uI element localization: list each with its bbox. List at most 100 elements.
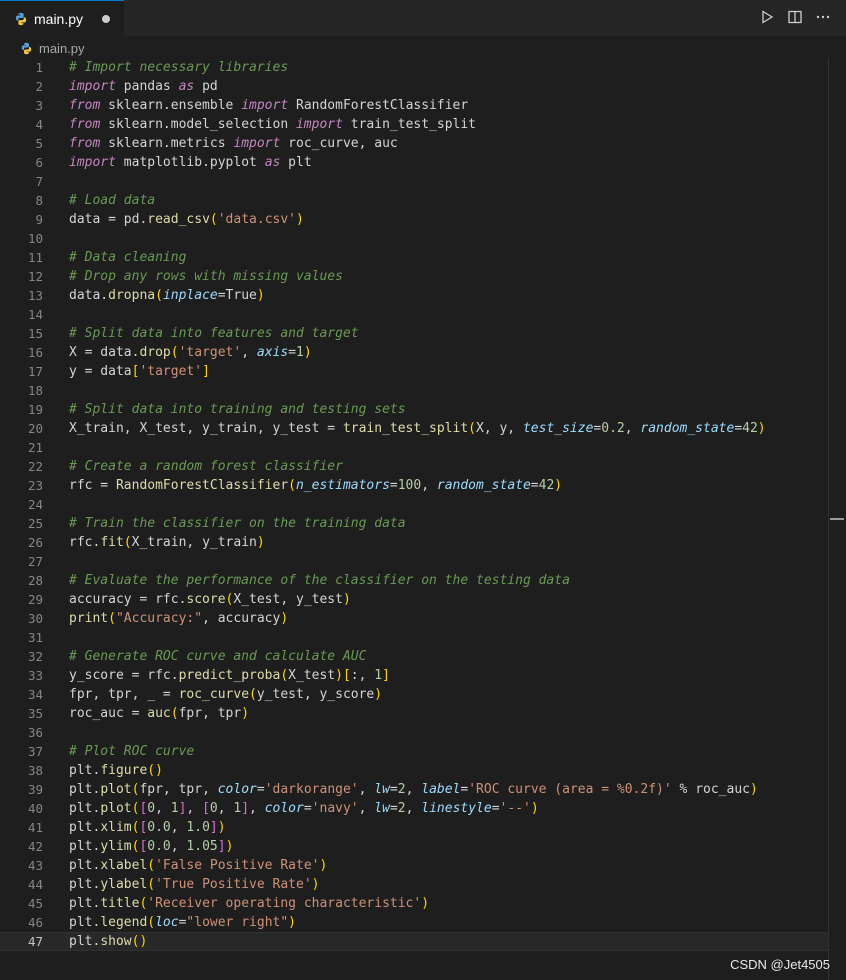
- code-token: =: [491, 801, 500, 816]
- code-line[interactable]: 20 X_train, X_test, y_train, y_test = tra…: [0, 419, 828, 438]
- line-code: X_train, X_test, y_train, y_test = train…: [69, 421, 766, 436]
- code-token: ): [530, 801, 539, 816]
- code-line[interactable]: 45 plt.title('Receiver operating characte…: [0, 894, 828, 913]
- code-line[interactable]: 8 # Load data: [0, 191, 828, 210]
- code-line[interactable]: 26 rfc.fit(X_train, y_train): [0, 533, 828, 552]
- code-line[interactable]: 34 fpr, tpr, _ = roc_curve(y_test, y_scor…: [0, 685, 828, 704]
- code-line[interactable]: 40 plt.plot([0, 1], [0, 1], color='navy',…: [0, 799, 828, 818]
- split-editor-button[interactable]: [786, 8, 804, 26]
- run-button[interactable]: [758, 8, 776, 26]
- code-line[interactable]: 19 # Split data into training and testing…: [0, 400, 828, 419]
- code-token: ,: [217, 801, 234, 816]
- line-code: accuracy = rfc.score(X_test, y_test): [69, 592, 351, 607]
- code-line[interactable]: 28 # Evaluate the performance of the clas…: [0, 571, 828, 590]
- code-token: ]: [202, 364, 210, 379]
- code-editor[interactable]: 1 # Import necessary libraries 2 import pan…: [0, 58, 828, 980]
- code-line[interactable]: 25 # Train the classifier on the training…: [0, 514, 828, 533]
- code-token: ): [256, 288, 265, 303]
- code-line[interactable]: 5 from sklearn.metrics import roc_curve, …: [0, 134, 828, 153]
- code-line[interactable]: 10: [0, 229, 828, 248]
- code-token: ,: [358, 782, 375, 797]
- code-token: 0.2: [601, 421, 625, 436]
- code-token: (: [280, 668, 289, 683]
- code-line[interactable]: 29 accuracy = rfc.score(X_test, y_test): [0, 590, 828, 609]
- code-token: random_state: [640, 421, 735, 436]
- code-line[interactable]: 11 # Data cleaning: [0, 248, 828, 267]
- code-token: # Create a random forest classifier: [69, 459, 343, 474]
- code-token: pandas: [115, 79, 179, 94]
- code-line[interactable]: 16 X = data.drop('target', axis=1): [0, 343, 828, 362]
- code-line[interactable]: 36: [0, 723, 828, 742]
- breadcrumb[interactable]: main.py: [20, 38, 85, 58]
- line-code: plt.xlabel('False Positive Rate'): [69, 858, 327, 873]
- code-token: ,: [155, 801, 171, 816]
- code-line[interactable]: 13 data.dropna(inplace=True): [0, 286, 828, 305]
- code-line[interactable]: 43 plt.xlabel('False Positive Rate'): [0, 856, 828, 875]
- line-code: plt.plot([0, 1], [0, 1], color='navy', l…: [69, 801, 539, 816]
- unsaved-dot-icon[interactable]: [102, 15, 110, 23]
- code-token: ,: [170, 820, 187, 835]
- code-token: plt: [280, 155, 312, 170]
- code-token: read_csv: [147, 212, 210, 227]
- code-line[interactable]: 24: [0, 495, 828, 514]
- line-number: 6: [35, 155, 43, 170]
- code-token: 'Receiver operating characteristic': [147, 896, 422, 911]
- code-line[interactable]: 3 from sklearn.ensemble import RandomFore…: [0, 96, 828, 115]
- code-line[interactable]: 17 y = data['target']: [0, 362, 828, 381]
- code-token: 'navy': [311, 801, 359, 816]
- line-number: 17: [27, 364, 43, 379]
- code-line[interactable]: 23 rfc = RandomForestClassifier(n_estimat…: [0, 476, 828, 495]
- code-token: 42: [742, 421, 758, 436]
- code-token: axis: [256, 345, 289, 360]
- code-line[interactable]: 12 # Drop any rows with missing values: [0, 267, 828, 286]
- code-line[interactable]: 6 import matplotlib.pyplot as plt: [0, 153, 828, 172]
- code-line[interactable]: 2 import pandas as pd: [0, 77, 828, 96]
- code-line[interactable]: 7: [0, 172, 828, 191]
- code-token: plt.: [69, 820, 101, 835]
- code-line[interactable]: 9 data = pd.read_csv('data.csv'): [0, 210, 828, 229]
- code-token: ): [335, 668, 343, 683]
- code-line[interactable]: 1 # Import necessary libraries: [0, 58, 828, 77]
- code-token: plt.: [69, 839, 101, 854]
- code-line[interactable]: 38 plt.figure(): [0, 761, 828, 780]
- code-line[interactable]: 31: [0, 628, 828, 647]
- more-actions-button[interactable]: [814, 8, 832, 26]
- code-line[interactable]: 37 # Plot ROC curve: [0, 742, 828, 761]
- code-token: ,: [405, 801, 422, 816]
- line-code: data = pd.read_csv('data.csv'): [69, 212, 304, 227]
- code-line[interactable]: 35 roc_auc = auc(fpr, tpr): [0, 704, 828, 723]
- line-code: plt.show(): [69, 934, 147, 949]
- code-line[interactable]: 39 plt.plot(fpr, tpr, color='darkorange',…: [0, 780, 828, 799]
- code-line[interactable]: 47 plt.show(): [0, 932, 828, 951]
- code-token: ]: [382, 668, 390, 683]
- code-token: (: [155, 288, 163, 303]
- code-line[interactable]: 4 from sklearn.model_selection import tra…: [0, 115, 828, 134]
- code-token: (): [147, 763, 163, 778]
- code-line[interactable]: 14: [0, 305, 828, 324]
- line-number: 28: [27, 573, 43, 588]
- code-line[interactable]: 44 plt.ylabel('True Positive Rate'): [0, 875, 828, 894]
- vertical-scrollbar[interactable]: [828, 58, 846, 980]
- code-line[interactable]: 22 # Create a random forest classifier: [0, 457, 828, 476]
- play-icon: [762, 10, 774, 24]
- code-token: from: [69, 117, 101, 132]
- line-code: roc_auc = auc(fpr, tpr): [69, 706, 249, 721]
- code-line[interactable]: 42 plt.ylim([0.0, 1.05]): [0, 837, 828, 856]
- code-line[interactable]: 30 print("Accuracy:", accuracy): [0, 609, 828, 628]
- code-token: 'ROC curve (area = %0.2f)': [468, 782, 672, 797]
- tab-main-py[interactable]: main.py: [0, 0, 124, 36]
- code-line[interactable]: 27: [0, 552, 828, 571]
- code-line[interactable]: 41 plt.xlim([0.0, 1.0]): [0, 818, 828, 837]
- code-token: ,: [186, 801, 203, 816]
- code-line[interactable]: 21: [0, 438, 828, 457]
- code-line[interactable]: 46 plt.legend(loc="lower right"): [0, 913, 828, 932]
- code-line[interactable]: 15 # Split data into features and target: [0, 324, 828, 343]
- line-code: plt.plot(fpr, tpr, color='darkorange', l…: [69, 782, 758, 797]
- code-token: ): [280, 611, 289, 626]
- code-line[interactable]: 32 # Generate ROC curve and calculate AUC: [0, 647, 828, 666]
- code-token: fpr, tpr, _ =: [69, 687, 179, 702]
- code-token: train_test_split: [342, 117, 477, 132]
- line-code: # Data cleaning: [69, 250, 186, 265]
- code-line[interactable]: 18: [0, 381, 828, 400]
- code-line[interactable]: 33 y_score = rfc.predict_proba(X_test)[:,…: [0, 666, 828, 685]
